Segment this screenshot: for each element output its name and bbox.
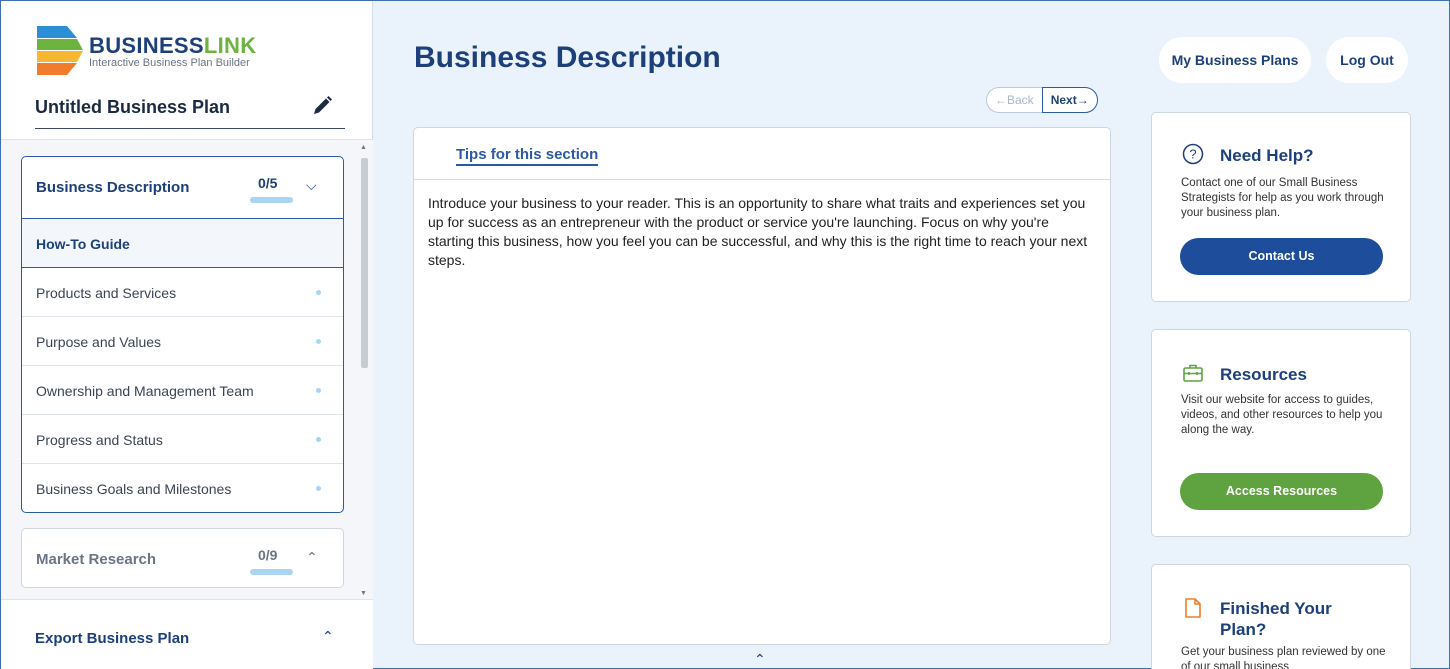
section-title: Market Research (36, 551, 157, 568)
sidebar-item[interactable]: Purpose and Values (22, 317, 343, 366)
briefcase-icon (1183, 364, 1203, 382)
section-progress-bar (250, 197, 293, 203)
finished-title: Finished Your Plan? (1220, 599, 1332, 639)
resources-card: Resources Visit our website for access t… (1151, 329, 1411, 537)
scroll-down-arrow-icon[interactable]: ▼ (360, 590, 367, 598)
chevron-up-icon[interactable]: ⌃ (306, 549, 318, 566)
export-label: Export Business Plan (35, 630, 190, 647)
sidebar-item-label: Progress and Status (36, 432, 163, 448)
document-icon (1185, 598, 1201, 618)
sidebar-item-label: Business Goals and Milestones (36, 481, 232, 497)
question-circle-icon: ? (1182, 143, 1204, 165)
resources-text: Visit our website for access to guides, … (1181, 394, 1383, 436)
brand-subtitle: Interactive Business Plan Builder (89, 57, 250, 69)
status-dot-icon (316, 290, 321, 295)
tips-tab[interactable]: Tips for this section (456, 146, 599, 166)
section-count: 0/9 (258, 547, 278, 563)
sidebar-item[interactable]: Products and Services (22, 268, 343, 317)
status-dot-icon (316, 388, 321, 393)
section-progress-bar (250, 569, 293, 575)
back-button[interactable]: ←Back (986, 87, 1042, 113)
status-dot-icon (316, 437, 321, 442)
need-help-text: Contact one of our Small Business Strate… (1181, 177, 1384, 219)
logo-mark-icon (37, 26, 83, 75)
sidebar-item[interactable]: Progress and Status (22, 415, 343, 464)
section-title: Business Description (36, 179, 190, 196)
svg-text:?: ? (1189, 147, 1196, 162)
my-business-plans-button[interactable]: My Business Plans (1159, 37, 1311, 83)
scroll-up-arrow-icon[interactable]: ▲ (360, 144, 367, 152)
sidebar-item-label: Ownership and Management Team (36, 383, 254, 399)
access-resources-button[interactable]: Access Resources (1180, 473, 1383, 510)
section-navigation: Business Description 0/5 ⌵ How-To Guide P… (1, 139, 373, 599)
finished-text: Get your business plan reviewed by one o… (1181, 646, 1386, 669)
sidebar-scrollbar[interactable]: ▲ ▼ (358, 140, 370, 600)
need-help-title: Need Help? (1220, 146, 1314, 165)
need-help-card: ? Need Help? Contact one of our Small Bu… (1151, 112, 1411, 302)
brand-name: BUSINESSLINK (89, 33, 257, 58)
export-business-plan[interactable]: Export Business Plan ⌃ (1, 599, 373, 669)
scroll-thumb[interactable] (361, 158, 368, 368)
sidebar: BUSINESSLINK Interactive Business Plan B… (1, 1, 373, 669)
section-header-market-research[interactable]: Market Research 0/9 ⌃ (22, 529, 343, 587)
sidebar-item[interactable]: How-To Guide (22, 219, 343, 268)
status-dot-icon (316, 486, 321, 491)
sidebar-item-label: Purpose and Values (36, 334, 162, 350)
tips-bar: Tips for this section (414, 128, 1110, 180)
sidebar-item[interactable]: Business Goals and Milestones (22, 464, 343, 512)
sidebar-item-label: How-To Guide (36, 236, 130, 252)
plan-title-field[interactable]: Untitled Business Plan (35, 95, 345, 129)
chevron-down-icon[interactable]: ⌵ (306, 177, 317, 194)
chevron-up-icon[interactable]: ⌃ (754, 651, 766, 668)
pencil-icon[interactable] (311, 95, 333, 117)
contact-us-button[interactable]: Contact Us (1180, 238, 1383, 275)
log-out-button[interactable]: Log Out (1326, 37, 1408, 83)
status-dot-icon (316, 339, 321, 344)
pager: ←Back Next→ (986, 87, 1098, 113)
section-market-research[interactable]: Market Research 0/9 ⌃ (21, 528, 344, 588)
section-business-description: Business Description 0/5 ⌵ How-To Guide P… (21, 156, 344, 513)
businesslink-logo[interactable]: BUSINESSLINK Interactive Business Plan B… (37, 23, 277, 79)
resources-title: Resources (1220, 365, 1307, 384)
next-button[interactable]: Next→ (1041, 87, 1098, 113)
page-title: Business Description (414, 41, 721, 74)
finished-plan-card: Finished Your Plan? Get your business pl… (1151, 564, 1411, 669)
chevron-up-icon[interactable]: ⌃ (322, 628, 334, 645)
tips-text: Introduce your business to your reader. … (428, 195, 1088, 268)
sidebar-item-label: Products and Services (36, 285, 177, 301)
section-count: 0/5 (258, 175, 278, 191)
sidebar-item[interactable]: Ownership and Management Team (22, 366, 343, 415)
section-header-business-description[interactable]: Business Description 0/5 ⌵ (22, 157, 343, 219)
plan-name: Untitled Business Plan (35, 97, 231, 117)
tips-panel: Tips for this section Introduce your bus… (413, 127, 1111, 645)
